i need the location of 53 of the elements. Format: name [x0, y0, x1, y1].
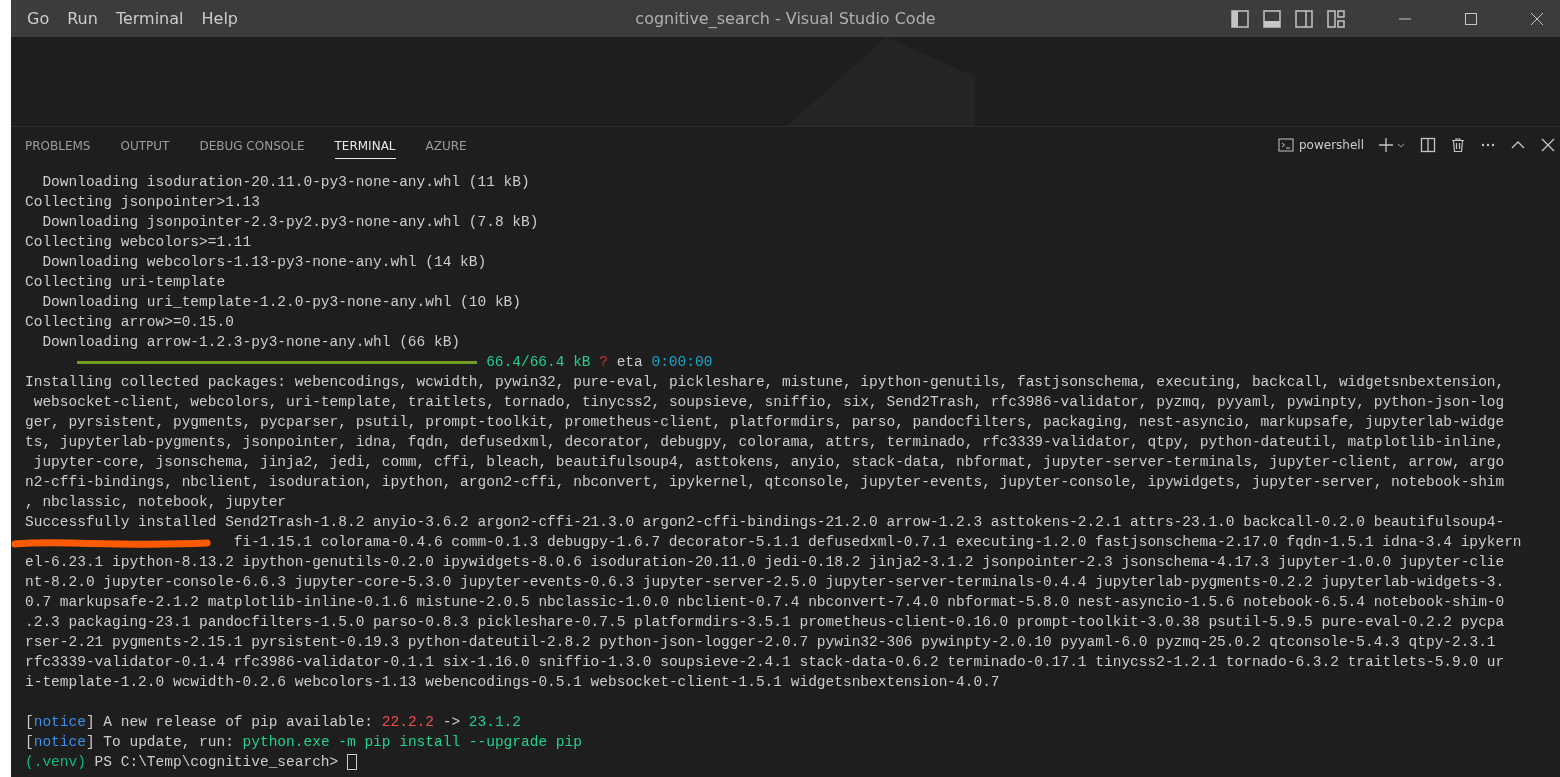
version-text: 22.2.2	[381, 713, 434, 732]
terminal-text: nt-8.2.0 jupyter-console-6.6.3 jupyter-core-5.3.0 jupyter-events-0.6.3 jupyter-server-2.5.0 jupyter-server-terminals-0.4.4 jupyterlab-pygments-0.2.2 jupyterlab-widgets-3.	[25, 573, 1505, 592]
panel-tab[interactable]: DEBUG CONSOLE	[199, 131, 305, 159]
terminal-text: [	[25, 713, 34, 732]
window-title: cognitive_search - Visual Studio Code	[635, 9, 936, 28]
error-text: ?	[599, 353, 608, 372]
terminal-text: ] To update, run:	[85, 733, 235, 752]
terminal-text: Downloading arrow-1.2.3-py3-none-any.whl (66 kB)	[41, 333, 461, 352]
terminal-text: Collecting uri-template	[25, 273, 226, 292]
terminal-text: Collecting arrow>=0.15.0	[25, 313, 234, 332]
success-text: 66.4/66.4 kB	[486, 353, 591, 372]
panel-tab[interactable]: TERMINAL	[334, 131, 396, 159]
terminal-text: fi-1.15.1 colorama-0.4.6 comm-0.1.3 debugpy-1.6.7 decorator-5.1.1 defusedxml-0.7.1 executing-1.2.0 fastjsonschema-2.17.0 fqdn-1.5.1 idna-3.4 ipykern	[233, 533, 1522, 552]
terminal-selector[interactable]: powershell	[1278, 137, 1364, 153]
notice-label: notice	[33, 713, 86, 732]
terminal-text: ts, jupyterlab-pygments, jsonpointer, idna, fqdn, defusedxml, decorator, debugpy, colorama, attrs, terminado, rfc3339-validator, qtpy, python-dateutil, matplotlib-inline,	[25, 433, 1505, 452]
terminal-text: jupyter-core, jsonschema, jinja2, jedi, comm, cffi, bleach, beautifulsoup4, asttokens, anyio, stack-data, nbformat, jupyter-server-terminals, jupyter-client, arrow, argo	[32, 453, 1505, 472]
terminal-text: ->	[441, 713, 462, 732]
terminal-text: eta	[616, 353, 643, 372]
terminal-text: Installing collected packages: webencodings, wcwidth, pywin32, pure-eval, pickleshare, mistune, ipython-genutils, fastjsonschema, executing, backcall, widgetsnbextension,	[25, 373, 1505, 392]
menu-item[interactable]: Help	[193, 9, 246, 28]
terminal-text: el-6.23.1 ipython-8.13.2 ipython-genutils-0.2.0 ipywidgets-8.0.6 isoduration-20.11.0 jedi-0.18.2 jinja2-3.1.2 jsonpointer-2.3 jsonschema-4.17.3 jupyter-1.0.0 jupyter-clie	[25, 553, 1505, 572]
panel-tab[interactable]: OUTPUT	[120, 131, 170, 159]
menu-item[interactable]: Terminal	[107, 9, 192, 28]
terminal-text: Downloading isoduration-20.11.0-py3-none-any.whl (11 kB)	[41, 173, 530, 192]
terminal-text: Successfully installed Send2Trash-1.8.2 anyio-3.6.2 argon2-cffi-21.3.0 argon2-cffi-bindings-21.2.0 arrow-1.2.3 asttokens-2.2.1 attrs-23.1.0 backcall-0.2.0 beautifulsoup4-	[25, 513, 1505, 532]
terminal-text: 0.7 markupsafe-2.1.2 matplotlib-inline-0.1.6 mistune-2.0.5 nbclassic-1.0.0 nbclient-0.7.4 nbconvert-7.4.0 nbformat-5.8.0 nest-asyncio-1.5.6 notebook-6.5.4 notebook-shim-0	[25, 593, 1505, 612]
success-text: python.exe -m pip install --upgrade pip	[242, 733, 582, 752]
terminal-text: websocket-client, webcolors, uri-template, traitlets, tornado, tinycss2, soupsieve, sniffio, six, Send2Trash, rfc3986-validator, pyzmq, pyyaml, pywinpty, python-json-log	[32, 393, 1505, 412]
terminal-text: Downloading uri_template-1.2.0-py3-none-any.whl (10 kB)	[41, 293, 521, 312]
menu-item[interactable]: Run	[59, 9, 106, 28]
menu-item[interactable]: Go	[19, 9, 58, 28]
terminal-text: PS C:\Temp\cognitive_search>	[93, 753, 340, 772]
panel-tab[interactable]: AZURE	[425, 131, 467, 159]
terminal-text: rfc3339-validator-0.1.4 rfc3986-validator-0.1.1 six-1.16.0 sniffio-1.3.0 soupsieve-2.4.1 stack-data-0.6.2 terminado-0.17.1 tinycss2-1.2.1 tornado-6.3.2 traitlets-5.9.0 ur	[25, 653, 1505, 672]
terminal-text: i-template-1.2.0 wcwidth-0.2.6 webcolors-1.13 webencodings-0.5.1 websocket-client-1.5.1 widgetsnbextension-4.0.7	[25, 673, 1000, 692]
terminal-text: Collecting webcolors>=1.11	[25, 233, 252, 252]
terminal-text: , nbclassic, notebook, jupyter	[25, 493, 287, 512]
venv-label: (.venv)	[25, 753, 86, 772]
terminal-name: powershell	[1299, 138, 1364, 152]
terminal-text: ] A new release of pip available:	[85, 713, 375, 732]
terminal-text: .2.3 packaging-23.1 pandocfilters-1.5.0 parso-0.8.3 pickleshare-0.7.5 platformdirs-3.5.1 prometheus-client-0.16.0 prompt-toolkit-3.0.38 psutil-5.9.5 pure-eval-0.2.2 pycpa	[25, 613, 1505, 632]
success-text: 23.1.2	[468, 713, 522, 732]
terminal-text: Downloading webcolors-1.13-py3-none-any.whl (14 kB)	[41, 253, 487, 272]
terminal-text: [	[25, 733, 34, 752]
terminal-text: ger, pyrsistent, pygments, pycparser, psutil, prompt-toolkit, prometheus-client, platformdirs, parso, pandocfilters, packaging, nest-asyncio, markupsafe, jupyterlab-widge	[25, 413, 1505, 432]
terminal-text: rser-2.21 pygments-2.15.1 pyrsistent-0.19.3 python-dateutil-2.8.2 python-json-logger-2.0.7 pywin32-306 pywinpty-2.0.10 pyyaml-6.0 pyzmq-25.0.2 qtconsole-5.4.3 qtpy-2.3.1	[25, 633, 1496, 652]
terminal-text: Collecting jsonpointer>1.13	[25, 193, 260, 212]
eta-text: 0:00:00	[651, 353, 713, 372]
terminal-text: Downloading jsonpointer-2.3-py2.py3-none-any.whl (7.8 kB)	[41, 213, 539, 232]
notice-label: notice	[33, 733, 86, 752]
terminal-text: n2-cffi-bindings, nbclient, isoduration, ipython, argon2-cffi, nbconvert, ipykernel, qtconsole, jupyter-events, jupyter-console, ipywidgets, jupyter-server, notebook-shim	[25, 473, 1505, 492]
panel-tab[interactable]: PROBLEMS	[25, 131, 91, 159]
